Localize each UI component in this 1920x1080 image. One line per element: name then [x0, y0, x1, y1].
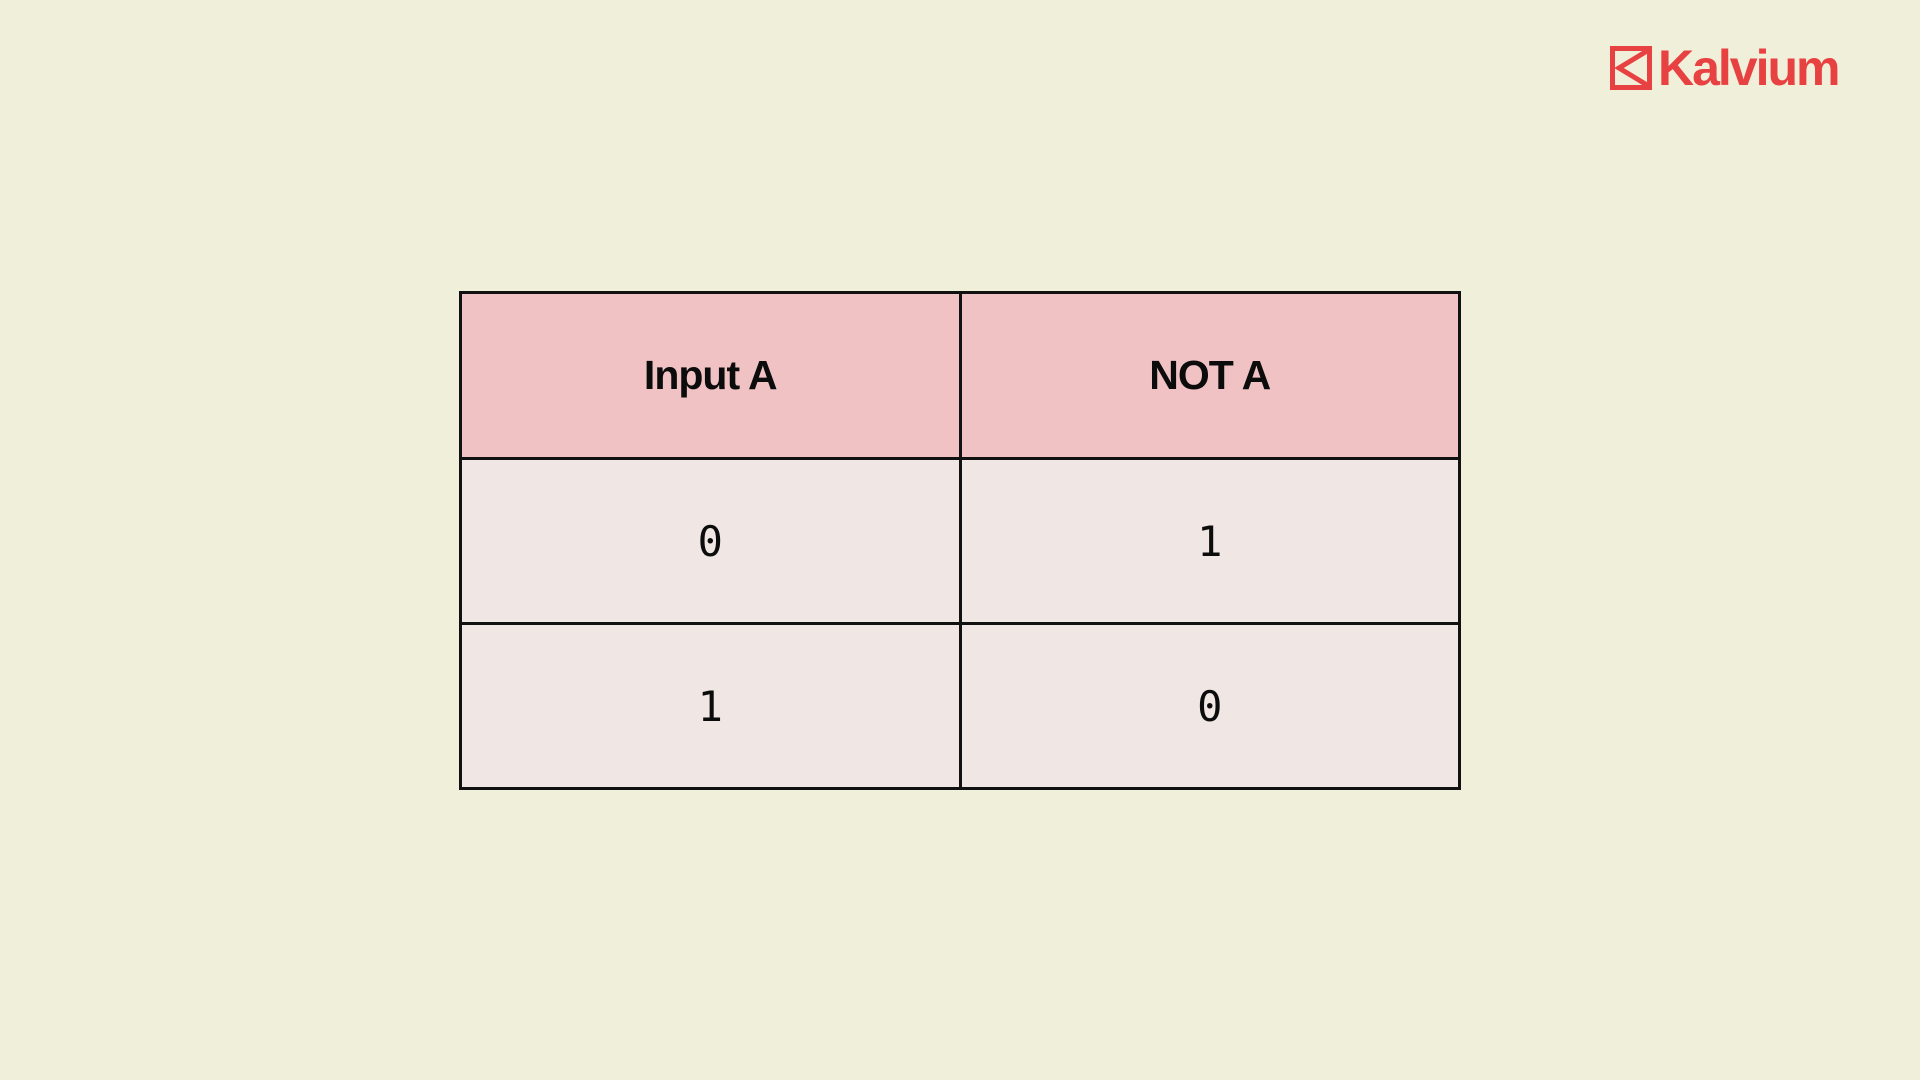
header-not-a: NOT A	[958, 291, 1461, 460]
table-row: 1 0	[459, 622, 1461, 790]
table-row: 0 1	[459, 457, 1461, 625]
table-cell-input: 1	[459, 622, 962, 790]
brand-name: Kalvium	[1658, 40, 1841, 96]
kalvium-logo-icon	[1610, 46, 1652, 90]
table-cell-output: 1	[958, 457, 1461, 625]
truth-table: Input A NOT A 0 1 1 0	[459, 291, 1461, 790]
brand-logo: Kalvium	[1610, 40, 1841, 96]
table-cell-output: 0	[958, 622, 1461, 790]
table-header-row: Input A NOT A	[459, 291, 1461, 460]
table-cell-input: 0	[459, 457, 962, 625]
header-input-a: Input A	[459, 291, 962, 460]
